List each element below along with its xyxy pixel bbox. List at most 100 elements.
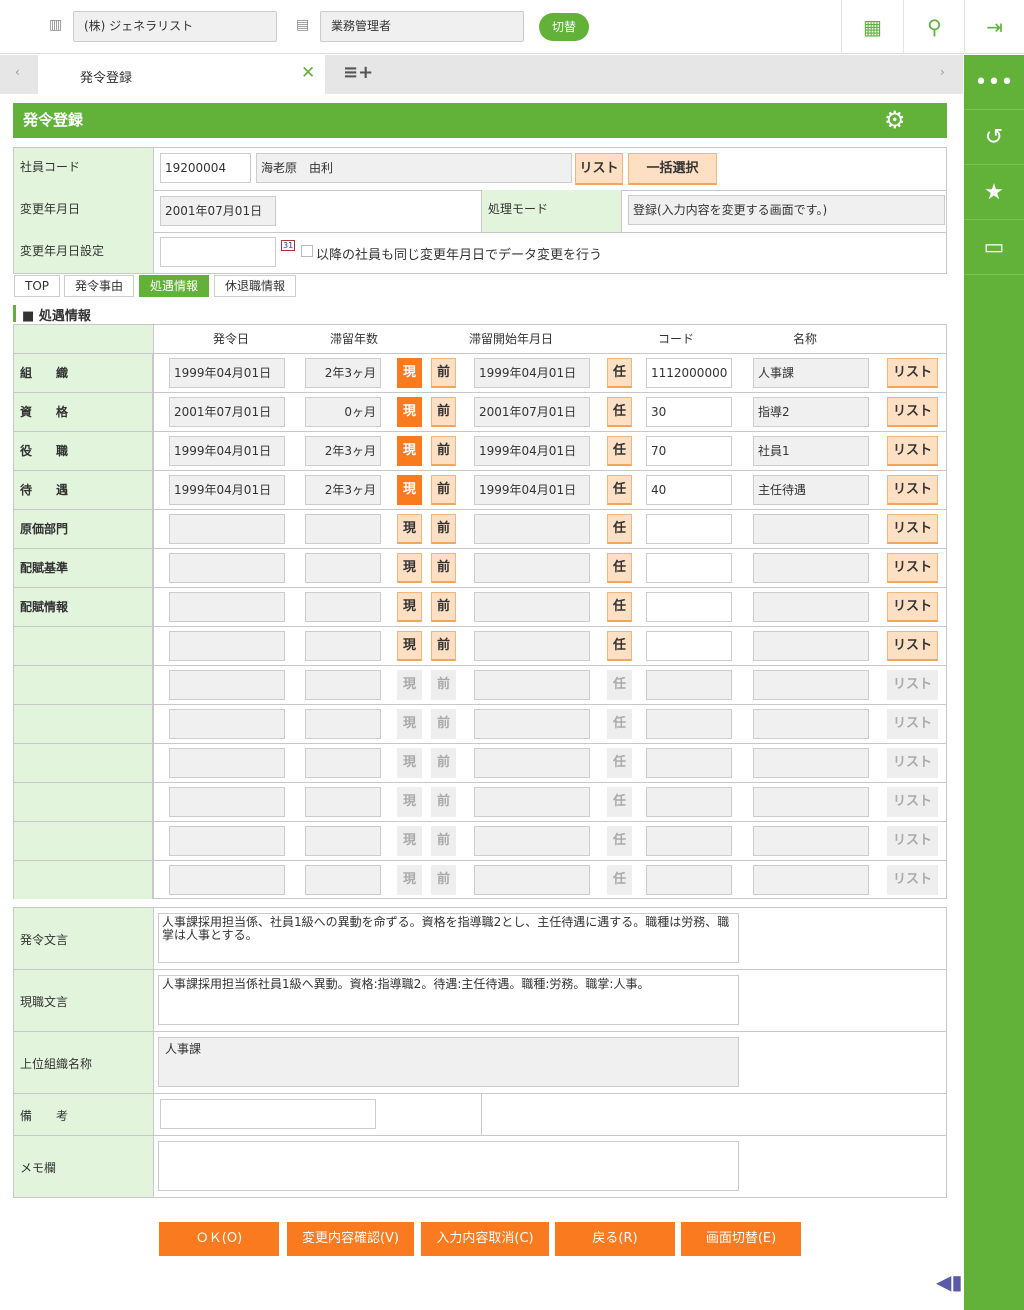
current-button[interactable]: 現 [397, 709, 422, 739]
employee-list-button[interactable]: リスト [575, 153, 623, 185]
current-button[interactable]: 現 [397, 826, 422, 856]
apps-grid-icon[interactable]: ▦ [841, 0, 903, 54]
any-button[interactable]: 任 [607, 397, 632, 427]
previous-button[interactable]: 前 [431, 787, 456, 817]
code-input[interactable]: 30 [646, 397, 732, 427]
previous-button[interactable]: 前 [431, 397, 456, 427]
tab-hatsurei[interactable]: 発令登録 ✕ [38, 55, 325, 94]
list-button[interactable]: リスト [887, 631, 938, 661]
change-date-setting-input[interactable] [160, 237, 276, 267]
previous-button[interactable]: 前 [431, 358, 456, 388]
history-icon[interactable]: ↺ [964, 110, 1024, 165]
previous-button[interactable]: 前 [431, 592, 456, 622]
code-input[interactable] [646, 592, 732, 622]
current-button[interactable]: 現 [397, 514, 422, 544]
section-tab-leave[interactable]: 休退職情報 [214, 275, 297, 297]
building-icon: ▥ [49, 17, 63, 33]
previous-button[interactable]: 前 [431, 670, 456, 700]
current-button[interactable]: 現 [397, 592, 422, 622]
current-button[interactable]: 現 [397, 670, 422, 700]
code-input[interactable] [646, 514, 732, 544]
more-icon[interactable]: ••• [964, 55, 1024, 110]
previous-button[interactable]: 前 [431, 631, 456, 661]
current-text-area[interactable]: 人事課採用担当係社員1級へ異動。資格:指導職2。待遇:主任待遇。職種:労務。職掌… [158, 975, 739, 1025]
any-button[interactable]: 任 [607, 436, 632, 466]
any-button[interactable]: 任 [607, 475, 632, 505]
previous-button[interactable]: 前 [431, 475, 456, 505]
order-date-field [169, 631, 285, 661]
any-button[interactable]: 任 [607, 787, 632, 817]
code-input[interactable]: 40 [646, 475, 732, 505]
any-button[interactable]: 任 [607, 631, 632, 661]
any-button[interactable]: 任 [607, 670, 632, 700]
ok-button[interactable]: ＯＫ(O) [159, 1222, 279, 1256]
confirm-changes-button[interactable]: 変更内容確認(V) [287, 1222, 414, 1256]
list-button: リスト [887, 670, 938, 700]
switch-screen-button[interactable]: 画面切替(E) [681, 1222, 801, 1256]
gear-icon[interactable]: ⚙ [884, 106, 906, 134]
list-button[interactable]: リスト [887, 553, 938, 583]
previous-button[interactable]: 前 [431, 436, 456, 466]
any-button[interactable]: 任 [607, 748, 632, 778]
code-input[interactable]: 1112000000 [646, 358, 732, 388]
current-button[interactable]: 現 [397, 397, 422, 427]
collapse-arrow-icon[interactable]: ◀▮ [936, 1270, 962, 1294]
previous-button[interactable]: 前 [431, 748, 456, 778]
code-input[interactable]: 70 [646, 436, 732, 466]
code-input[interactable] [646, 553, 732, 583]
cancel-input-button[interactable]: 入力内容取消(C) [421, 1222, 549, 1256]
current-button[interactable]: 現 [397, 748, 422, 778]
calendar-icon[interactable]: 31 [281, 240, 296, 251]
previous-button[interactable]: 前 [431, 709, 456, 739]
any-button[interactable]: 任 [607, 865, 632, 895]
search-icon[interactable]: ⚲ [903, 0, 965, 54]
remarks-input[interactable] [160, 1099, 376, 1129]
list-button[interactable]: リスト [887, 514, 938, 544]
section-tab-top[interactable]: TOP [14, 275, 61, 297]
tab-scroll-left-icon[interactable]: ‹ [15, 65, 20, 79]
current-button[interactable]: 現 [397, 475, 422, 505]
switch-button[interactable]: 切替 [539, 13, 589, 41]
order-text-area[interactable]: 人事課採用担当係、社員1級への異動を命ずる。資格を指導職2とし、主任待遇に遇する… [158, 913, 739, 963]
inbox-icon[interactable]: ▭ [964, 220, 1024, 275]
section-tab-treatment[interactable]: 処遇情報 [139, 275, 210, 297]
close-icon[interactable]: ✕ [301, 63, 315, 83]
current-button[interactable]: 現 [397, 358, 422, 388]
current-button[interactable]: 現 [397, 631, 422, 661]
any-button[interactable]: 任 [607, 826, 632, 856]
company-field[interactable]: (株) ジェネラリスト [73, 11, 277, 42]
bulk-select-button[interactable]: 一括選択 [628, 153, 717, 185]
previous-button[interactable]: 前 [431, 553, 456, 583]
same-date-checkbox[interactable] [301, 245, 313, 257]
list-button[interactable]: リスト [887, 436, 938, 466]
current-button[interactable]: 現 [397, 436, 422, 466]
code-input[interactable] [646, 631, 732, 661]
memo-area[interactable] [158, 1141, 739, 1191]
current-button[interactable]: 現 [397, 553, 422, 583]
any-button[interactable]: 任 [607, 592, 632, 622]
add-tab-icon[interactable]: ≡+ [343, 62, 373, 83]
any-button[interactable]: 任 [607, 553, 632, 583]
previous-button[interactable]: 前 [431, 826, 456, 856]
order-date-field: 2001年07月01日 [169, 397, 285, 427]
row-label: 配賦情報 [14, 588, 153, 626]
name-field [753, 787, 869, 817]
tab-scroll-right-icon[interactable]: › [940, 65, 945, 79]
employee-code-input[interactable]: 19200004 [160, 153, 251, 183]
any-button[interactable]: 任 [607, 358, 632, 388]
any-button[interactable]: 任 [607, 709, 632, 739]
list-button[interactable]: リスト [887, 358, 938, 388]
current-button[interactable]: 現 [397, 865, 422, 895]
list-button[interactable]: リスト [887, 397, 938, 427]
list-button[interactable]: リスト [887, 475, 938, 505]
back-button[interactable]: 戻る(R) [555, 1222, 675, 1256]
role-field[interactable]: 業務管理者 [320, 11, 524, 42]
star-icon[interactable]: ★ [964, 165, 1024, 220]
logout-icon[interactable]: ⇥ [964, 0, 1024, 54]
previous-button[interactable]: 前 [431, 865, 456, 895]
previous-button[interactable]: 前 [431, 514, 456, 544]
any-button[interactable]: 任 [607, 514, 632, 544]
current-button[interactable]: 現 [397, 787, 422, 817]
section-tab-reason[interactable]: 発令事由 [64, 275, 135, 297]
list-button[interactable]: リスト [887, 592, 938, 622]
